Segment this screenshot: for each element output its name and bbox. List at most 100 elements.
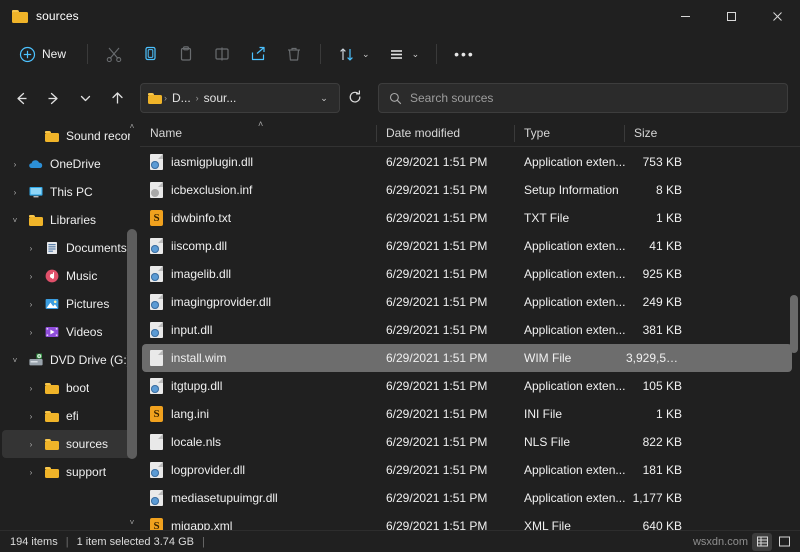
sidebar-item-label: Pictures [66, 297, 109, 311]
column-header-date[interactable]: Date modified [376, 120, 514, 147]
back-button[interactable] [6, 83, 36, 113]
sidebar-item-boot[interactable]: ›boot [2, 374, 134, 402]
new-button[interactable]: New [10, 38, 78, 70]
search-box[interactable]: Search sources [378, 83, 788, 113]
table-row[interactable]: Smigapp.xml6/29/2021 1:51 PMXML File640 … [142, 512, 792, 530]
minimize-button[interactable] [662, 0, 708, 32]
file-date-cell: 6/29/2021 1:51 PM [378, 155, 516, 169]
search-input[interactable]: Search sources [410, 91, 493, 105]
breadcrumb[interactable]: › D... › sour... ⌄ [140, 83, 340, 113]
forward-button[interactable] [38, 83, 68, 113]
table-row[interactable]: locale.nls6/29/2021 1:51 PMNLS File822 K… [142, 428, 792, 456]
expander-chevron-icon[interactable]: › [24, 328, 38, 337]
file-size-cell: 41 KB [626, 239, 688, 253]
table-row[interactable]: logprovider.dll6/29/2021 1:51 PMApplicat… [142, 456, 792, 484]
rename-button[interactable] [205, 38, 239, 70]
breadcrumb-dropdown-chevron-icon[interactable]: ⌄ [313, 93, 335, 104]
sidebar-scroll-down-button[interactable]: ˅ [130, 516, 135, 530]
expander-chevron-icon[interactable]: › [24, 300, 38, 309]
file-name-cell: iasmigplugin.dll [142, 154, 378, 170]
table-row[interactable]: icbexclusion.inf6/29/2021 1:51 PMSetup I… [142, 176, 792, 204]
share-button[interactable] [241, 38, 275, 70]
file-name-label: idwbinfo.txt [171, 211, 231, 225]
recent-locations-button[interactable] [70, 83, 100, 113]
folder-icon [44, 128, 60, 144]
sidebar-item-videos[interactable]: ›Videos [2, 318, 134, 346]
breadcrumb-item-0[interactable]: D... [169, 91, 194, 105]
sidebar-item-support[interactable]: ›support [2, 458, 134, 486]
table-row[interactable]: imagingprovider.dll6/29/2021 1:51 PMAppl… [142, 288, 792, 316]
file-name-cell: input.dll [142, 322, 378, 338]
sidebar-item-music[interactable]: › Music [2, 262, 134, 290]
expander-chevron-icon[interactable]: › [24, 272, 38, 281]
navigation-list: ›Sound recordin›OneDrive›This PC˅Librari… [0, 122, 140, 486]
expander-chevron-icon[interactable]: › [8, 188, 22, 197]
refresh-button[interactable] [342, 90, 368, 107]
table-row[interactable]: itgtupg.dll6/29/2021 1:51 PMApplication … [142, 372, 792, 400]
close-button[interactable] [754, 0, 800, 32]
file-list-scroll-thumb[interactable] [790, 295, 798, 353]
file-name-cell: icbexclusion.inf [142, 182, 378, 198]
column-header-name[interactable]: Name ˄ [140, 120, 376, 147]
sidebar-item-this-pc[interactable]: ›This PC [2, 178, 134, 206]
cut-button[interactable] [97, 38, 131, 70]
folder-icon [12, 10, 28, 23]
file-name-cell: logprovider.dll [142, 462, 378, 478]
expander-chevron-icon[interactable]: ˅ [8, 216, 22, 225]
up-button[interactable] [102, 83, 132, 113]
sidebar-item-dvd-drive-g-w[interactable]: ˅DVD Drive (G:) W [2, 346, 134, 374]
file-type-cell: WIM File [516, 351, 626, 365]
sidebar-item-label: Music [66, 269, 97, 283]
dll-file-icon [150, 238, 163, 254]
sidebar-scroll-up-button[interactable]: ˄ [130, 120, 135, 134]
arrow-left-icon [14, 91, 29, 106]
sidebar-item-libraries[interactable]: ˅Libraries [2, 206, 134, 234]
view-button[interactable]: ⌄ [380, 38, 428, 70]
expander-chevron-icon[interactable]: › [24, 412, 38, 421]
details-view-button[interactable] [752, 533, 772, 551]
expander-chevron-icon[interactable]: › [24, 440, 38, 449]
column-header-type[interactable]: Type [514, 120, 624, 147]
file-date-cell: 6/29/2021 1:51 PM [378, 407, 516, 421]
copy-icon [141, 45, 159, 63]
table-row[interactable]: imagelib.dll6/29/2021 1:51 PMApplication… [142, 260, 792, 288]
sidebar-item-pictures[interactable]: › Pictures [2, 290, 134, 318]
sidebar-item-documents[interactable]: ›Documents [2, 234, 134, 262]
expander-chevron-icon[interactable]: › [24, 468, 38, 477]
sort-button[interactable]: ⌄ [330, 38, 378, 70]
table-row[interactable]: install.wim6/29/2021 1:51 PMWIM File3,92… [142, 344, 792, 372]
table-row[interactable]: Sidwbinfo.txt6/29/2021 1:51 PMTXT File1 … [142, 204, 792, 232]
expander-chevron-icon[interactable]: › [24, 244, 38, 253]
selection-info-label: 1 item selected 3.74 GB [77, 536, 194, 548]
window-tab[interactable]: sources [12, 9, 79, 23]
large-icons-view-button[interactable] [774, 533, 794, 551]
expander-chevron-icon[interactable]: › [24, 384, 38, 393]
sidebar-scroll-track[interactable] [127, 134, 137, 516]
table-row[interactable]: Slang.ini6/29/2021 1:51 PMINI File1 KB [142, 400, 792, 428]
see-more-button[interactable]: ••• [446, 38, 483, 70]
sidebar-scroll-thumb[interactable] [127, 229, 137, 459]
file-size-cell: 105 KB [626, 379, 688, 393]
table-row[interactable]: iiscomp.dll6/29/2021 1:51 PMApplication … [142, 232, 792, 260]
breadcrumb-item-1[interactable]: sour... [201, 91, 240, 105]
expander-chevron-icon[interactable]: ˅ [8, 356, 22, 365]
copy-button[interactable] [133, 38, 167, 70]
file-size-cell: 640 KB [626, 519, 688, 530]
table-row[interactable]: input.dll6/29/2021 1:51 PMApplication ex… [142, 316, 792, 344]
sidebar-item-sources[interactable]: ›sources [2, 430, 134, 458]
column-header-size[interactable]: Size [624, 120, 686, 147]
sidebar-scrollbar[interactable]: ˄ ˅ [126, 120, 138, 530]
delete-button[interactable] [277, 38, 311, 70]
sidebar-item-efi[interactable]: ›efi [2, 402, 134, 430]
column-header-name-label: Name [150, 126, 182, 140]
file-date-cell: 6/29/2021 1:51 PM [378, 239, 516, 253]
file-list-scrollbar[interactable] [788, 147, 800, 530]
expander-chevron-icon[interactable]: › [8, 160, 22, 169]
paste-button[interactable] [169, 38, 203, 70]
table-row[interactable]: iasmigplugin.dll6/29/2021 1:51 PMApplica… [142, 148, 792, 176]
sidebar-item-onedrive[interactable]: ›OneDrive [2, 150, 134, 178]
table-row[interactable]: mediasetupuimgr.dll6/29/2021 1:51 PMAppl… [142, 484, 792, 512]
sidebar-item-sound-recordin[interactable]: ›Sound recordin [2, 122, 134, 150]
refresh-icon [348, 90, 362, 104]
maximize-button[interactable] [708, 0, 754, 32]
